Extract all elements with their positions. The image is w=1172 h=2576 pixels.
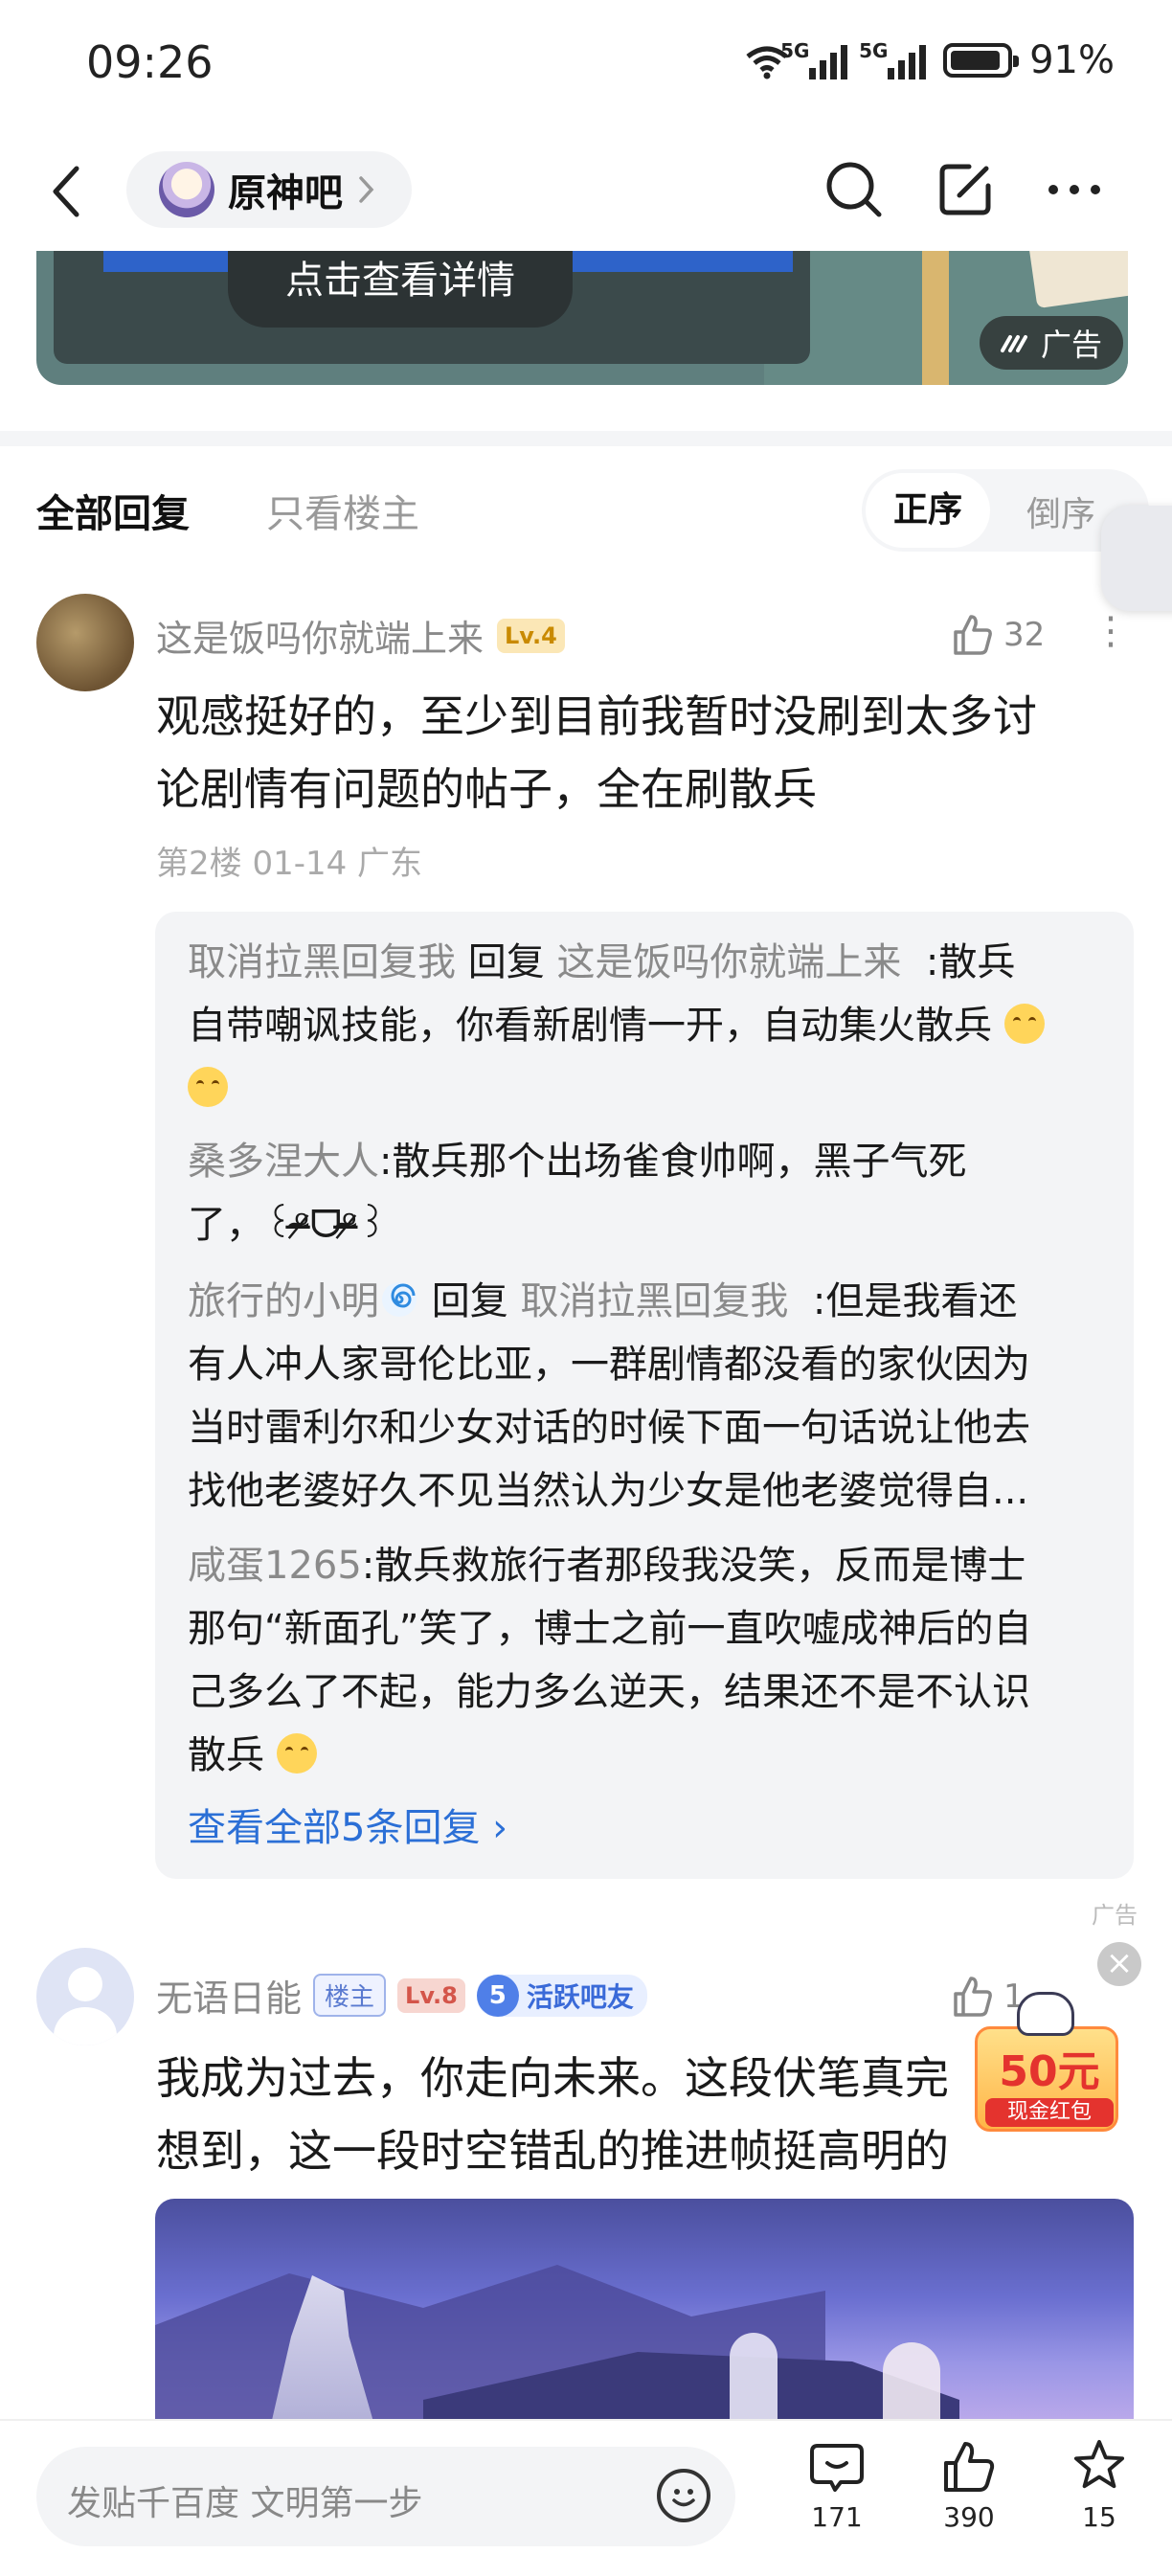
sort-desc-button[interactable]: 倒序	[1026, 486, 1095, 536]
swirl-icon	[382, 1282, 417, 1317]
sub-reply[interactable]: 咸蛋1265:散兵救旅行者那段我没笑，反而是博士 那句“新面孔”笑了，博士之前一…	[188, 1534, 1107, 1787]
level-badge: Lv.8	[397, 1977, 465, 2013]
avatar[interactable]	[36, 1948, 134, 2045]
reply-text: 己多么了不起，能力多么逆天，结果还不是不认识	[188, 1670, 1030, 1714]
ad-cta-button[interactable]: 点击查看详情	[228, 251, 573, 328]
forum-avatar	[159, 162, 214, 217]
ad-badge-label: 广告	[1041, 327, 1103, 363]
emoji-icon	[1003, 1004, 1045, 1044]
reply-text: 找他老婆好久不见当然认为少女是他老婆觉得自...	[188, 1469, 1029, 1513]
post-content-line: 论剧情有问题的帖子，全在刷散兵	[156, 763, 817, 815]
reply-author[interactable]: 桑多涅大人	[188, 1140, 379, 1184]
status-time: 09:26	[86, 36, 214, 88]
reply-author[interactable]: 旅行的小明	[188, 1279, 379, 1323]
red-packet-widget[interactable]: 50元 现金红包	[975, 1992, 1118, 2135]
post-image[interactable]	[155, 2199, 1134, 2419]
post-content: 观感挺好的，至少到目前我暂时没刷到太多讨 论剧情有问题的帖子，全在刷散兵	[156, 680, 1114, 825]
section-divider	[0, 431, 1172, 446]
reply-target[interactable]: 这是饭吗你就端上来	[556, 940, 901, 984]
close-icon[interactable]: ×	[1097, 1942, 1141, 1986]
red-packet-card: 50元 现金红包	[975, 2026, 1118, 2132]
red-packet-label: 现金红包	[985, 2098, 1114, 2127]
see-all-replies-link[interactable]: 查看全部5条回复 ›	[188, 1796, 507, 1852]
more-icon[interactable]	[1040, 155, 1109, 224]
ad-banner[interactable]: 点击查看详情 广告	[36, 251, 1128, 385]
edit-icon[interactable]	[931, 155, 1000, 224]
reply-text: 那句“新面孔”笑了，博士之前一直吹嘘成神后的自	[188, 1607, 1032, 1651]
ad-label: 广告	[1092, 1902, 1138, 1929]
sub-reply[interactable]: 旅行的小明 回复 取消拉黑回复我 :但是我看还 有人冲人家哥伦比亚，一群剧情都没…	[188, 1270, 1107, 1523]
reply-text: 有人冲人家哥伦比亚，一群剧情都没看的家伙因为	[188, 1343, 1030, 1387]
post-content-line: 我成为过去，你走向未来。这段伏笔真完	[156, 2052, 949, 2104]
like-count: 32	[1003, 616, 1046, 654]
reply-target[interactable]: 取消拉黑回复我	[520, 1279, 788, 1323]
red-packet-amount: 50元	[999, 2047, 1100, 2096]
reply-text: :散兵救旅行者那段我没笑，反而是博士	[361, 1544, 1026, 1588]
signal-icon-1: 5G	[780, 39, 848, 79]
badge-label: 活跃吧友	[526, 1980, 634, 2013]
active-member-badge: 5 活跃吧友	[476, 1974, 647, 2017]
sub-reply[interactable]: 桑多涅大人:散兵那个出场雀食帅啊，黑子气死 了，꒰ᵒ̴̶̷ᗜᵒ̴̶̷꒱	[188, 1130, 1107, 1256]
chevron-right-icon	[359, 176, 374, 203]
post-content-line: 想到，这一段时空错乱的推进帧挺高明的	[156, 2125, 949, 2177]
owner-tag: 楼主	[313, 1974, 387, 2017]
battery-icon	[943, 43, 1020, 78]
post-author-row: 这是饭吗你就端上来 Lv.4	[156, 609, 565, 662]
reply-author[interactable]: 咸蛋1265	[188, 1544, 362, 1588]
avatar[interactable]	[36, 594, 134, 691]
ad-badge[interactable]: 广告	[980, 316, 1124, 370]
status-icons: 5G 5G 91%	[742, 38, 1115, 82]
reply-text: 散兵	[188, 1733, 264, 1777]
reply-text: 自带嘲讽技能，你看新剧情一开，自动集火散兵	[188, 1004, 992, 1048]
star-icon[interactable]	[1071, 2438, 1128, 2492]
sort-asc-button[interactable]: 正序	[866, 473, 990, 548]
star-count: 15	[1082, 2501, 1116, 2533]
tab-all-replies[interactable]: 全部回复	[36, 483, 190, 538]
thumbs-up-icon[interactable]	[940, 2440, 998, 2494]
ad-decoration	[922, 251, 949, 385]
emoji-icon	[188, 1067, 228, 1107]
battery-fill	[951, 51, 1001, 70]
post-meta: 第2楼 01-14 广东	[156, 845, 423, 883]
comment-icon[interactable]	[808, 2440, 866, 2494]
emoji-picker-icon[interactable]	[657, 2469, 710, 2522]
post-content-line: 观感挺好的，至少到目前我暂时没刷到太多讨	[156, 690, 1037, 742]
reply-text: :散兵	[925, 940, 1016, 984]
like-count: 390	[943, 2501, 995, 2533]
reply-author[interactable]: 取消拉黑回复我	[188, 940, 456, 984]
post-author-row: 无语日能 楼主 Lv.8 5 活跃吧友	[156, 1969, 647, 2022]
sub-reply[interactable]: 取消拉黑回复我 回复 这是饭吗你就端上来 :散兵 自带嘲讽技能，你看新剧情一开，…	[188, 931, 1107, 1120]
reply-input-placeholder: 发贴千百度 文明第一步	[67, 2484, 423, 2523]
signal-icon-2: 5G	[859, 39, 927, 79]
like-button[interactable]: 32	[950, 613, 1045, 657]
ad-logo-icon	[1001, 335, 1027, 352]
reply-verb: 回复	[467, 940, 545, 984]
more-options-icon[interactable]: ⋮	[1092, 609, 1130, 653]
badge-number: 5	[476, 1974, 519, 2017]
emoji-icon	[276, 1733, 317, 1774]
reply-verb: 回复	[431, 1279, 508, 1323]
forum-entry-button[interactable]: 原神吧	[126, 151, 412, 228]
username[interactable]: 无语日能	[156, 1969, 302, 2022]
status-bar: 09:26 5G 5G 91%	[0, 0, 1172, 134]
post-content: 我成为过去，你走向未来。这段伏笔真完 想到，这一段时空错乱的推进帧挺高明的	[156, 2042, 1114, 2187]
thumbs-up-icon	[954, 615, 992, 655]
reply-text: 当时雷利尔和少女对话的时候下面一句话说让他去	[188, 1406, 1030, 1450]
comment-count: 171	[811, 2501, 863, 2533]
reply-text: :散兵那个出场雀食帅啊，黑子气死	[379, 1140, 967, 1184]
robot-icon	[1017, 1992, 1074, 2036]
username[interactable]: 这是饭吗你就端上来	[156, 609, 484, 662]
battery-percent: 91%	[1029, 38, 1115, 82]
reply-text: :但是我看还	[812, 1279, 1018, 1323]
back-icon[interactable]	[38, 153, 96, 230]
reply-text: 了，꒰ᵒ̴̶̷ᗜᵒ̴̶̷꒱	[188, 1203, 388, 1247]
forum-name: 原神吧	[228, 171, 343, 215]
floating-widget[interactable]	[1101, 506, 1172, 611]
level-badge: Lv.4	[497, 618, 565, 653]
tab-owner-only[interactable]: 只看楼主	[266, 483, 419, 538]
search-icon[interactable]	[820, 155, 889, 224]
